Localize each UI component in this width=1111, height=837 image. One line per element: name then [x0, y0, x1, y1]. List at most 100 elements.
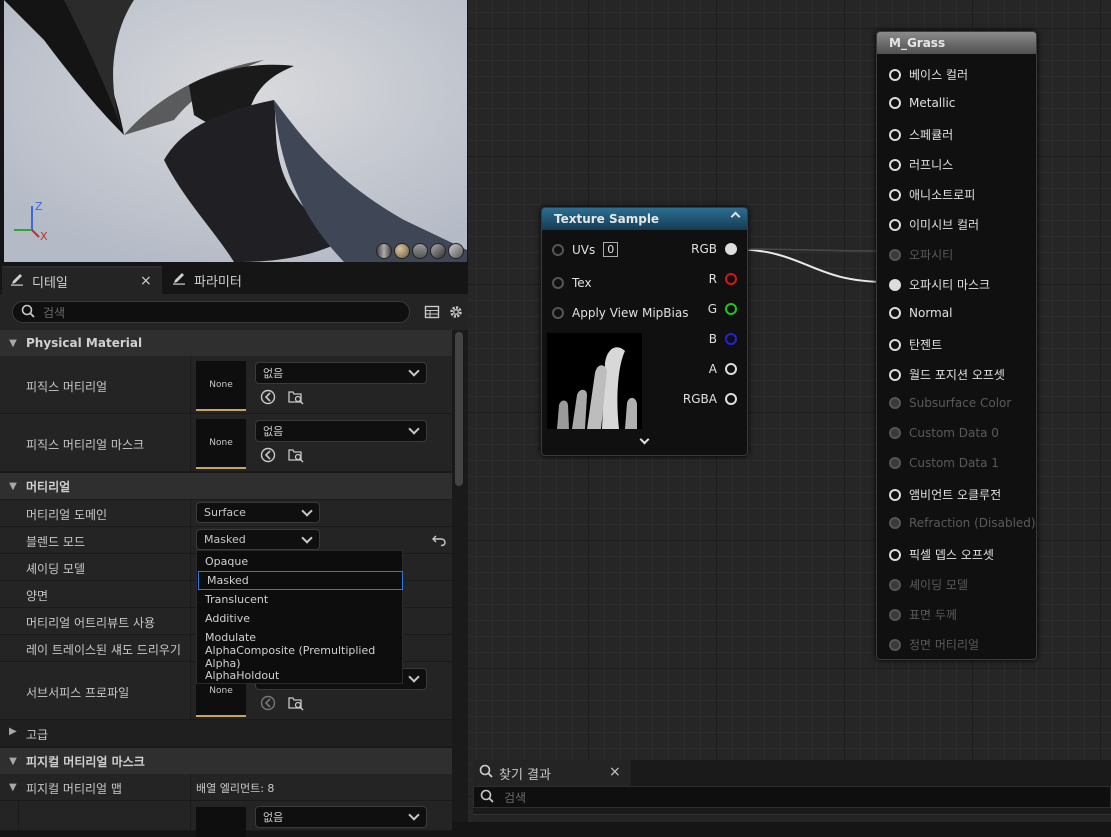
find-results-list	[473, 814, 1111, 822]
material-input-pin[interactable]: 이미시브 컬러	[889, 216, 979, 233]
blend-mode-dropdown-list: Opaque Masked Translucent Additive Modul…	[196, 550, 403, 684]
phys-material-combo[interactable]: 없음	[255, 362, 427, 384]
material-input-pin[interactable]: Subsurface Color	[889, 396, 1011, 410]
texture-sample-header[interactable]: Texture Sample	[542, 208, 747, 230]
material-result-title: M_Grass	[889, 36, 946, 50]
row-ray-traced-shadows-label: 레이 트레이스된 섀도 드리우기	[26, 643, 181, 657]
teapot-preview-icon[interactable]	[448, 243, 464, 259]
material-domain-combo[interactable]: Surface	[196, 502, 320, 523]
material-preview-viewport[interactable]: Z X	[4, 0, 467, 262]
tab-parameters[interactable]: 파라미터	[164, 266, 324, 294]
tab-details-close-button[interactable]: ×	[140, 273, 152, 289]
pin-icon	[889, 548, 901, 561]
material-input-pin[interactable]: 표면 두께	[889, 606, 957, 623]
output-pin-r[interactable]: R	[709, 272, 737, 286]
section-physical-material[interactable]: ▼ Physical Material	[0, 330, 452, 356]
tab-find-results-close-button[interactable]: ×	[609, 764, 621, 780]
section-physical-material-mask[interactable]: ▼ 피지컬 머티리얼 마스크	[0, 748, 452, 774]
section-material[interactable]: ▼ 머티리얼	[0, 473, 452, 499]
output-pin-g[interactable]: G	[708, 302, 737, 316]
material-input-pin[interactable]: 월드 포지션 오프셋	[889, 366, 1005, 383]
pencil-icon	[10, 272, 24, 290]
pin-icon	[725, 273, 737, 285]
phys-material-thumbnail[interactable]: None	[196, 361, 246, 411]
pin-label: Custom Data 1	[909, 456, 999, 470]
material-input-pin[interactable]: 애니소트로피	[889, 186, 975, 203]
settings-gear-icon[interactable]	[448, 304, 464, 323]
material-input-pin[interactable]: Custom Data 0	[889, 426, 999, 440]
material-input-pin[interactable]: 셰이딩 모델	[889, 576, 968, 593]
uv-index-field[interactable]: 0	[603, 242, 619, 257]
use-selected-asset-icon[interactable]	[259, 388, 277, 406]
reset-to-default-icon[interactable]	[432, 533, 446, 550]
dropdown-option[interactable]: AlphaHoldout	[197, 666, 404, 685]
tab-details[interactable]: 디테일 ×	[2, 266, 162, 294]
details-search-input[interactable]: 검색	[12, 301, 410, 323]
pin-icon	[725, 303, 737, 315]
pin-icon	[889, 638, 901, 651]
material-input-pin[interactable]: 베이스 컬러	[889, 66, 968, 83]
material-input-pin[interactable]: 픽셀 뎁스 오프셋	[889, 546, 994, 563]
thumbnail-none-label: None	[209, 438, 233, 448]
material-input-pin[interactable]: 오파시티 마스크	[889, 276, 990, 293]
phys-material-map-combo[interactable]: 없음	[255, 806, 427, 828]
dropdown-option[interactable]: Additive	[197, 609, 404, 628]
material-input-pin[interactable]: Metallic	[889, 96, 955, 110]
material-input-pin[interactable]: 앰비언트 오클루전	[889, 486, 1001, 503]
sphere-preview-icon[interactable]	[394, 243, 410, 259]
output-pin-b[interactable]: B	[709, 332, 737, 346]
output-pin-rgba[interactable]: RGBA	[683, 392, 737, 406]
cylinder-preview-icon[interactable]	[376, 243, 392, 259]
material-input-pin[interactable]: Normal	[889, 306, 952, 320]
material-input-pin[interactable]: 정면 머티리얼	[889, 636, 979, 653]
browse-asset-icon[interactable]	[287, 446, 305, 464]
details-scrollbar[interactable]	[455, 332, 463, 486]
pin-icon	[889, 427, 901, 439]
collapse-node-icon[interactable]	[730, 211, 741, 222]
dropdown-option[interactable]: Translucent	[197, 590, 404, 609]
row-advanced[interactable]: ▶ 고급	[0, 720, 452, 747]
material-input-pin[interactable]: 러프니스	[889, 156, 953, 173]
material-input-pin[interactable]: Custom Data 1	[889, 456, 999, 470]
browse-asset-icon[interactable]	[287, 388, 305, 406]
pin-icon	[889, 278, 901, 291]
pin-icon	[889, 158, 901, 171]
plane-preview-icon[interactable]	[412, 243, 428, 259]
row-material-domain: 머티리얼 도메인 Surface	[0, 500, 452, 527]
pin-icon	[889, 608, 901, 621]
find-results-search-input[interactable]: 검색	[473, 786, 1111, 808]
dropdown-option[interactable]: AlphaComposite (Premultiplied Alpha)	[197, 644, 404, 670]
material-result-node[interactable]: M_Grass 베이스 컬러 Metallic 스페큘러러프니스애니소트로피이미시브…	[876, 31, 1037, 660]
material-input-pin[interactable]: 탄젠트	[889, 336, 942, 353]
dropdown-option[interactable]: Opaque	[197, 552, 404, 571]
output-pin-a[interactable]: A	[709, 362, 737, 376]
chevron-down-icon	[408, 423, 420, 435]
dropdown-option-selected[interactable]: Masked	[198, 571, 403, 590]
material-input-pin[interactable]: 오파시티	[889, 246, 953, 263]
phys-material-map-thumbnail[interactable]	[196, 807, 246, 837]
phys-material-mask-combo[interactable]: 없음	[255, 420, 427, 442]
combo-value: 없음	[263, 425, 284, 438]
input-pin-uvs[interactable]: UVs 0	[552, 242, 619, 257]
expand-node-chevron-icon[interactable]	[639, 434, 650, 445]
browse-asset-icon[interactable]	[287, 694, 305, 712]
use-selected-asset-icon[interactable]	[259, 446, 277, 464]
texture-sample-node[interactable]: Texture Sample UVs 0 Tex Apply View MipB…	[541, 207, 748, 456]
material-input-pin[interactable]: 스페큘러	[889, 126, 953, 143]
pin-icon	[889, 128, 901, 141]
input-pin-mipbias[interactable]: Apply View MipBias	[552, 306, 688, 320]
phys-material-mask-thumbnail[interactable]: None	[196, 419, 246, 469]
material-input-pin[interactable]: Refraction (Disabled)	[889, 516, 1036, 530]
collapse-arrow-icon[interactable]: ▼	[9, 782, 17, 793]
tab-find-results[interactable]: 찾기 결과 ×	[473, 760, 631, 786]
chevron-down-icon	[301, 505, 313, 517]
material-result-header[interactable]: M_Grass	[877, 32, 1036, 54]
material-graph-canvas[interactable]: Texture Sample UVs 0 Tex Apply View MipB…	[468, 0, 1111, 822]
table-view-icon[interactable]	[424, 304, 440, 323]
blend-mode-combo[interactable]: Masked	[196, 529, 320, 550]
cube-preview-icon[interactable]	[430, 243, 446, 259]
pin-label: G	[707, 302, 717, 316]
use-selected-asset-icon[interactable]	[259, 694, 277, 712]
output-pin-rgb[interactable]: RGB	[691, 242, 737, 256]
input-pin-tex[interactable]: Tex	[552, 276, 592, 290]
